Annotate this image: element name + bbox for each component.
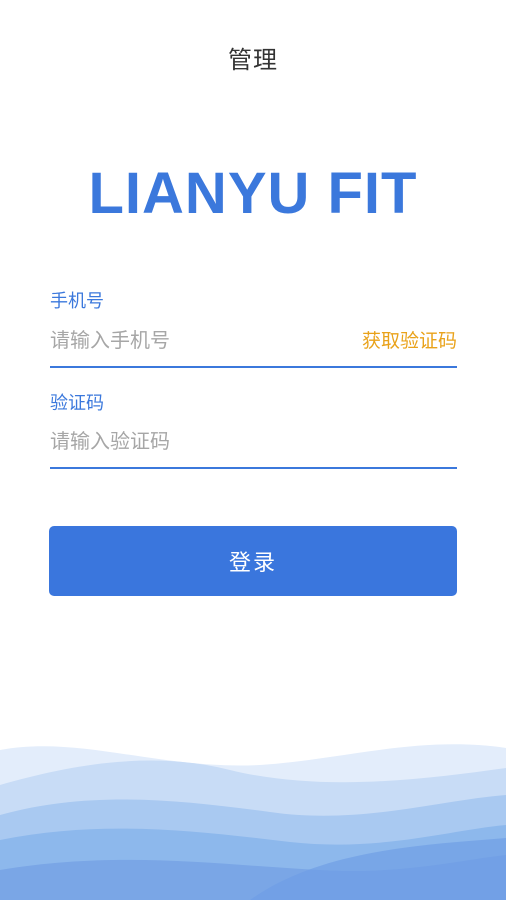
code-input[interactable] [50, 426, 457, 456]
phone-input[interactable] [50, 325, 340, 355]
code-label: 验证码 [50, 393, 104, 414]
code-underline [50, 467, 457, 469]
get-code-button[interactable]: 获取验证码 [362, 326, 457, 353]
phone-underline [50, 366, 457, 368]
wave-decoration [0, 744, 506, 900]
phone-label: 手机号 [50, 291, 104, 312]
login-button[interactable]: 登录 [49, 526, 457, 596]
page-title: 管理 [228, 46, 278, 74]
brand-logo: LIANYU FIT [88, 161, 418, 226]
